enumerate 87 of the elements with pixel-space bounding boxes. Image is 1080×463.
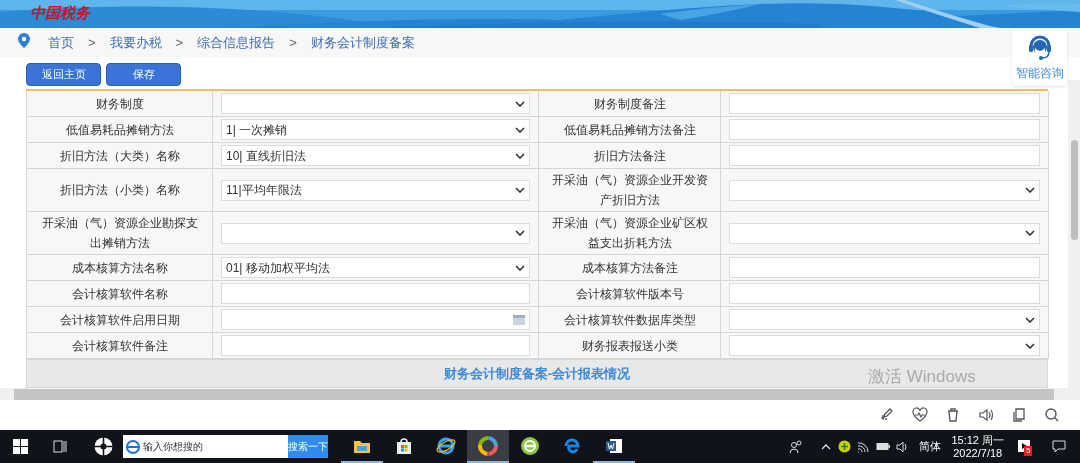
breadcrumb-link[interactable]: 财务会计制度备案 [310, 32, 415, 53]
wifi-icon[interactable] [857, 440, 871, 453]
volume-icon[interactable] [896, 440, 910, 453]
activation-notice: 激活 Windows [868, 366, 976, 388]
field-label: 财务制度 [95, 95, 144, 113]
search-field[interactable]: 输入你想搜的 [123, 435, 288, 458]
e-browser-icon[interactable] [126, 439, 140, 454]
select-field[interactable] [221, 222, 530, 244]
button[interactable]: 保存 [106, 63, 181, 86]
input-field[interactable] [729, 119, 1040, 140]
chevron-down-icon [515, 126, 525, 133]
color-ring-icon [478, 435, 498, 456]
search-icon[interactable] [1044, 407, 1060, 423]
input-field[interactable] [729, 93, 1040, 114]
chevron-up-icon[interactable] [821, 443, 832, 450]
breadcrumb-separator: > [289, 33, 297, 52]
field-label: 成本核算方法名称 [71, 259, 168, 277]
input-field[interactable] [729, 283, 1040, 304]
chevron-down-icon [1025, 316, 1035, 323]
breadcrumb-separator: > [88, 33, 96, 52]
field-label: 财务报表报送小类 [581, 337, 678, 355]
select-field[interactable] [221, 93, 530, 114]
trash-icon[interactable] [945, 407, 961, 423]
select-field[interactable] [729, 222, 1040, 244]
button[interactable]: 返回主页 [26, 63, 101, 86]
breadcrumb-separator: > [175, 33, 184, 52]
chevron-down-icon [1025, 342, 1035, 349]
select-field[interactable] [729, 335, 1040, 356]
date-field[interactable] [221, 309, 530, 330]
taskbar-app[interactable] [467, 430, 509, 463]
vertical-scrollbar[interactable] [1068, 80, 1080, 388]
field-label: 会计核算软件数据库类型 [563, 311, 696, 329]
battery-icon[interactable] [876, 442, 891, 451]
input-field[interactable] [729, 145, 1040, 166]
select-field[interactable]: 10| 直线折旧法 [221, 145, 530, 166]
people-icon[interactable] [789, 439, 804, 454]
select-field[interactable] [729, 179, 1040, 201]
chevron-down-icon [515, 100, 525, 107]
task-view-icon[interactable] [53, 440, 67, 453]
clock[interactable]: 15:12 周一 2022/7/18 [951, 433, 1004, 460]
chevron-down-icon [515, 230, 525, 236]
headset-agent-icon [1027, 34, 1052, 62]
field-label: 成本核算方法备注 [581, 259, 678, 277]
field-label: 会计核算软件名称 [71, 285, 168, 303]
location-pin-icon [18, 33, 30, 48]
calendar-icon [513, 314, 525, 325]
copy-icon[interactable] [1011, 407, 1027, 423]
field-label: 低值易耗品摊销方法备注 [563, 121, 696, 139]
breadcrumb-link[interactable]: 首页 [48, 32, 74, 53]
select-field[interactable]: 1| 一次摊销 [221, 119, 530, 140]
chevron-down-icon [515, 152, 525, 159]
field-label: 开采油（气）资源企业开发资产折旧方法 [551, 172, 708, 209]
input-field[interactable] [221, 335, 530, 356]
select-field[interactable]: 11|平均年限法 [221, 179, 530, 201]
select-field[interactable] [729, 309, 1040, 330]
heart-pulse-icon[interactable] [912, 407, 928, 423]
field-label: 折旧方法（大类）名称 [59, 147, 180, 165]
field-label: 开采油（气）资源企业勘探支出摊销方法 [40, 215, 199, 252]
field-label: 低值易耗品摊销方法 [65, 121, 174, 139]
field-label: 开采油（气）资源企业矿区权益支出折耗方法 [551, 215, 708, 252]
notification-badge: 5 [1024, 445, 1033, 456]
logo-text: 中国税务 [30, 3, 90, 23]
input-field[interactable] [221, 283, 530, 304]
e-browser-icon [436, 435, 456, 456]
shopping-bag-icon [394, 435, 414, 456]
chevron-down-icon [515, 187, 525, 193]
select-field[interactable]: 01| 移动加权平均法 [221, 257, 530, 278]
input-method-indicator[interactable]: 简体 [919, 438, 942, 455]
field-label: 财务制度备注 [593, 95, 666, 113]
breadcrumb-link[interactable]: 我要办税 [109, 32, 162, 53]
windows-start-icon[interactable] [13, 439, 28, 454]
chevron-down-icon [515, 264, 525, 271]
speaker-icon[interactable] [978, 407, 994, 423]
assistant-button[interactable]: 智能咨询 [1012, 30, 1067, 86]
breadcrumb-link[interactable]: 综合信息报告 [197, 32, 276, 53]
input-field[interactable] [729, 257, 1040, 278]
plus-circle-icon[interactable] [838, 440, 852, 453]
field-label: 会计核算软件启用日期 [59, 311, 180, 329]
search-button[interactable]: 搜索一下 [288, 435, 328, 458]
field-label: 会计核算软件版本号 [575, 285, 684, 303]
e-circle-icon [520, 435, 540, 456]
chevron-down-icon [1025, 187, 1035, 193]
chevron-down-icon [1025, 230, 1035, 236]
field-label: 折旧方法（小类）名称 [59, 182, 180, 199]
field-label: 会计核算软件备注 [71, 337, 168, 355]
action-center-icon[interactable] [1052, 440, 1066, 453]
field-label: 折旧方法备注 [593, 147, 666, 165]
